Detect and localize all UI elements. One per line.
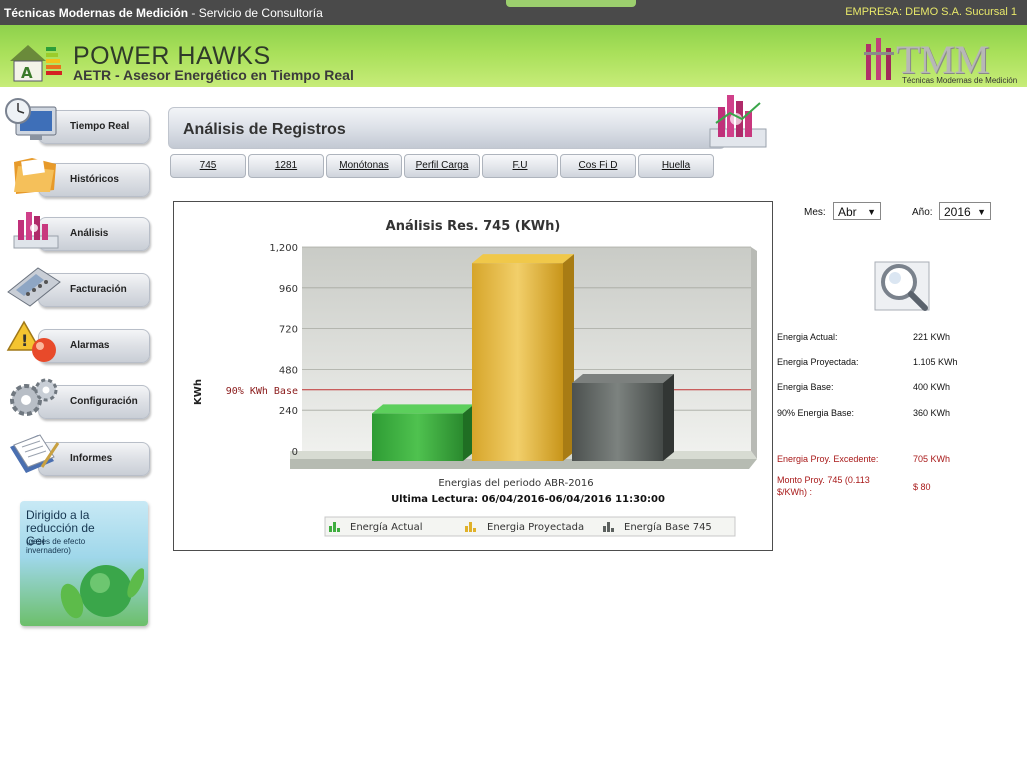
analysis-chart-icon [709,95,767,148]
mes-label: Mes: [804,207,826,218]
tab-monotonas[interactable]: Monótonas [326,154,402,178]
documents-icon [10,434,60,473]
sidebar-item-label: Informes [70,453,113,464]
warning-icon: ! [6,320,56,362]
chart-subtitle: Ultima Lectura: 06/04/2016-06/04/2016 11… [391,494,665,505]
bar-energia-actual-top [372,404,474,414]
company-tagline: - Servicio de Consultoría [188,6,323,20]
bar-chart-icon [13,212,59,249]
chart-legend: Energía Actual Energia Proyectada Energí… [324,516,736,537]
tab-cos-fi-d[interactable]: Cos Fi D [560,154,636,178]
energia-base-value: 400 KWh [913,382,951,392]
bar-energia-proyectada [472,263,563,461]
legend-actual: Energía Actual [350,521,423,533]
energia-proyectada-value: 1.105 KWh [913,357,958,367]
energia-actual-label: Energia Actual: [777,332,838,342]
anio-select[interactable]: 2016 ▼ [939,202,991,220]
bar-chart: 1,200 960 720 480 240 0 90% KWh Base KWh Energ… [193,243,757,537]
sidebar-item-label: Históricos [70,174,119,185]
energia-actual-value: 221 KWh [913,332,951,342]
monitor-clock-icon [5,98,57,140]
anio-label: Año: [912,207,933,218]
app-subtitle: AETR - Asesor Energético en Tiempo Real [73,67,354,83]
company-brand: Técnicas Modernas de Medición - Servicio… [4,6,323,20]
x-axis-label: Energias del periodo ABR-2016 [438,478,593,489]
sidebar-item-label: Alarmas [70,340,110,351]
globe-leaf-icon [60,565,144,619]
energia-base-label: Energia Base: [777,382,834,392]
header-banner: A POWER HAWKS AETR - Asesor Energético e… [0,25,1027,87]
sidebar-item-label: Tiempo Real [70,121,130,132]
mes-value: Abr [838,205,857,219]
top-tab[interactable] [506,0,636,7]
chart-container: Análisis Res. 745 (KWh) 1,200 960 720 480 24… [173,201,773,551]
tmm-logo: TMM Técnicas Modernas de Medición [862,36,1022,86]
plot-side-wall [751,247,757,459]
energia-proyectada-label: Energia Proyectada: [777,357,859,367]
threshold-label: 90% KWh Base [226,386,298,397]
company-name: Técnicas Modernas de Medición [4,6,189,20]
folder-icon [14,158,56,194]
anio-value: 2016 [944,205,971,219]
top-bar: Técnicas Modernas de Medición - Servicio… [0,0,1027,25]
chevron-down-icon: ▼ [867,207,876,217]
y-tick-label: 720 [279,325,298,336]
energia-base90-value: 360 KWh [913,408,951,418]
page-header: Análisis de Registros [168,107,726,149]
tab-perfil-carga[interactable]: Perfil Carga [404,154,480,178]
tab-fu[interactable]: F.U [482,154,558,178]
bar-energia-base-side [663,374,674,461]
chevron-down-icon: ▼ [977,207,986,217]
tmm-caption: Técnicas Modernas de Medición [902,76,1018,85]
gears-icon [10,378,58,416]
bar-energia-base [572,383,663,461]
calculator-icon [7,267,61,307]
y-tick-label: 960 [279,284,298,295]
sidebar-item-label: Análisis [70,228,109,239]
svg-text:A: A [21,64,33,82]
y-tick-label: 1,200 [269,243,298,254]
y-axis-label: KWh [193,379,204,405]
svg-text:!: ! [21,331,28,350]
energia-base90-label: 90% Energia Base: [777,408,855,418]
legend-proyectada: Energia Proyectada [487,522,584,533]
monto-value: $ 80 [913,482,931,492]
tab-huella[interactable]: Huella [638,154,714,178]
y-tick-label: 0 [292,447,298,458]
bar-energia-proyectada-top [472,254,574,264]
tower-icon [864,38,894,80]
empresa-label: EMPRESA: DEMO S.A. Sucursal 1 [845,6,1017,18]
gei-banner: Dirigido a la reducción de Gei (gases de… [20,501,148,626]
energy-house-icon: A [10,45,62,82]
sidebar-item-label: Configuración [70,396,138,407]
y-tick-label: 240 [279,406,298,417]
magnifier-icon[interactable] [871,256,933,316]
bar-energia-base-top [572,374,674,383]
y-tick-label: 480 [279,365,298,376]
monto-label: Monto Proy. 745 (0.113 $/KWh) : [777,475,870,497]
tab-1281[interactable]: 1281 [248,154,324,178]
legend-base: Energía Base 745 [624,521,712,533]
sidebar-item-label: Facturación [70,284,127,295]
page-title: Análisis de Registros [183,121,346,138]
mes-select[interactable]: Abr ▼ [833,202,881,220]
bar-energia-actual [372,413,463,461]
tab-745[interactable]: 745 [170,154,246,178]
excedente-label: Energia Proy. Excedente: [777,454,879,464]
excedente-value: 705 KWh [913,454,951,464]
